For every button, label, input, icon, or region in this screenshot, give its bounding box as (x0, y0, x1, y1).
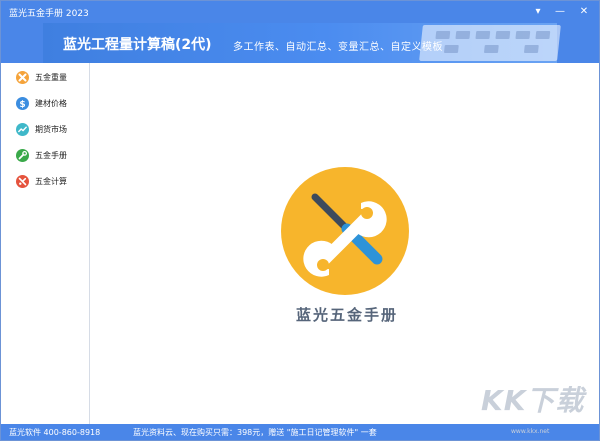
svg-text:$: $ (19, 100, 25, 110)
app-logo-text: 蓝光五金手册 (295, 306, 398, 324)
sidebar-item-label: 五金计算 (35, 177, 67, 186)
watermark-logo: KK下载 (481, 384, 585, 417)
sidebar-item-label: 五金手册 (35, 151, 67, 160)
promo-link[interactable]: 蓝光资料云、现在购买只需：398元，赠送 "施工日记管理软件" 一套 (133, 427, 377, 438)
sidebar-item-material-price[interactable]: $ 建材价格 (1, 91, 89, 117)
banner-title: 蓝光工程量计算稿(2代) (63, 37, 212, 53)
contact-info: 蓝光软件 400-860-8918 (9, 428, 101, 437)
status-bar: 蓝光软件 400-860-8918 蓝光资料云、现在购买只需：398元，赠送 "… (1, 424, 599, 440)
close-button[interactable]: ✕ (573, 1, 595, 23)
ad-banner[interactable]: 蓝光工程量计算稿(2代) 多工作表、自动汇总、变量汇总、自定义模板 (1, 23, 599, 63)
menu-dropdown-button[interactable]: ▾ (527, 1, 549, 23)
trend-icon (16, 123, 29, 136)
wrench-screwdriver-icon (281, 167, 409, 295)
sidebar-item-label: 期货市场 (35, 125, 67, 134)
app-window: 蓝光五金手册 2023 ▾ — ✕ 蓝光工程量计算稿(2代) 多工作表、自动汇总… (0, 0, 600, 441)
sidebar-item-hardware-weight[interactable]: 五金重量 (1, 65, 89, 91)
window-title: 蓝光五金手册 2023 (9, 9, 89, 19)
wrench-icon (16, 149, 29, 162)
sidebar-item-hardware-calc[interactable]: 五金计算 (1, 169, 89, 195)
sidebar-item-label: 建材价格 (35, 99, 67, 108)
cross-weight-icon (16, 71, 29, 84)
banner-subtitle: 多工作表、自动汇总、变量汇总、自定义模板 (233, 42, 443, 53)
sidebar-item-label: 五金重量 (35, 73, 67, 82)
watermark-url: www.kkx.net (511, 428, 550, 435)
minimize-button[interactable]: — (549, 1, 571, 23)
main-content: 蓝光五金手册 (91, 63, 599, 424)
dollar-icon: $ (16, 97, 29, 110)
title-bar: 蓝光五金手册 2023 ▾ — ✕ (1, 1, 599, 23)
sidebar-item-futures-market[interactable]: 期货市场 (1, 117, 89, 143)
sidebar-item-hardware-manual[interactable]: 五金手册 (1, 143, 89, 169)
tools-icon (16, 175, 29, 188)
sidebar: 五金重量 $ 建材价格 期货市场 五金手册 五金计算 (1, 63, 90, 424)
